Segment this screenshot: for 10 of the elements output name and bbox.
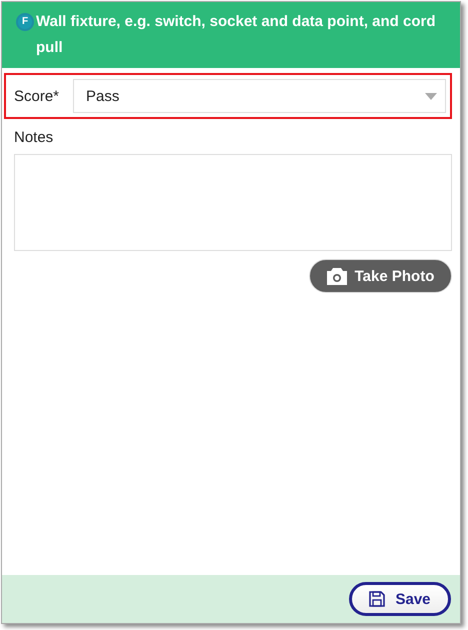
- take-photo-button[interactable]: Take Photo: [309, 259, 452, 293]
- notes-field[interactable]: [14, 154, 452, 251]
- notes-label: Notes: [14, 129, 54, 146]
- score-select[interactable]: Pass: [73, 79, 446, 113]
- score-label: Score*: [14, 88, 60, 104]
- page-title: Wall fixture, e.g. switch, socket and data point, and cord pull: [36, 12, 437, 58]
- camera-icon: [326, 268, 347, 284]
- save-button[interactable]: Save: [349, 582, 451, 616]
- logo-icon: F: [18, 15, 32, 29]
- caret-icon: [425, 92, 437, 100]
